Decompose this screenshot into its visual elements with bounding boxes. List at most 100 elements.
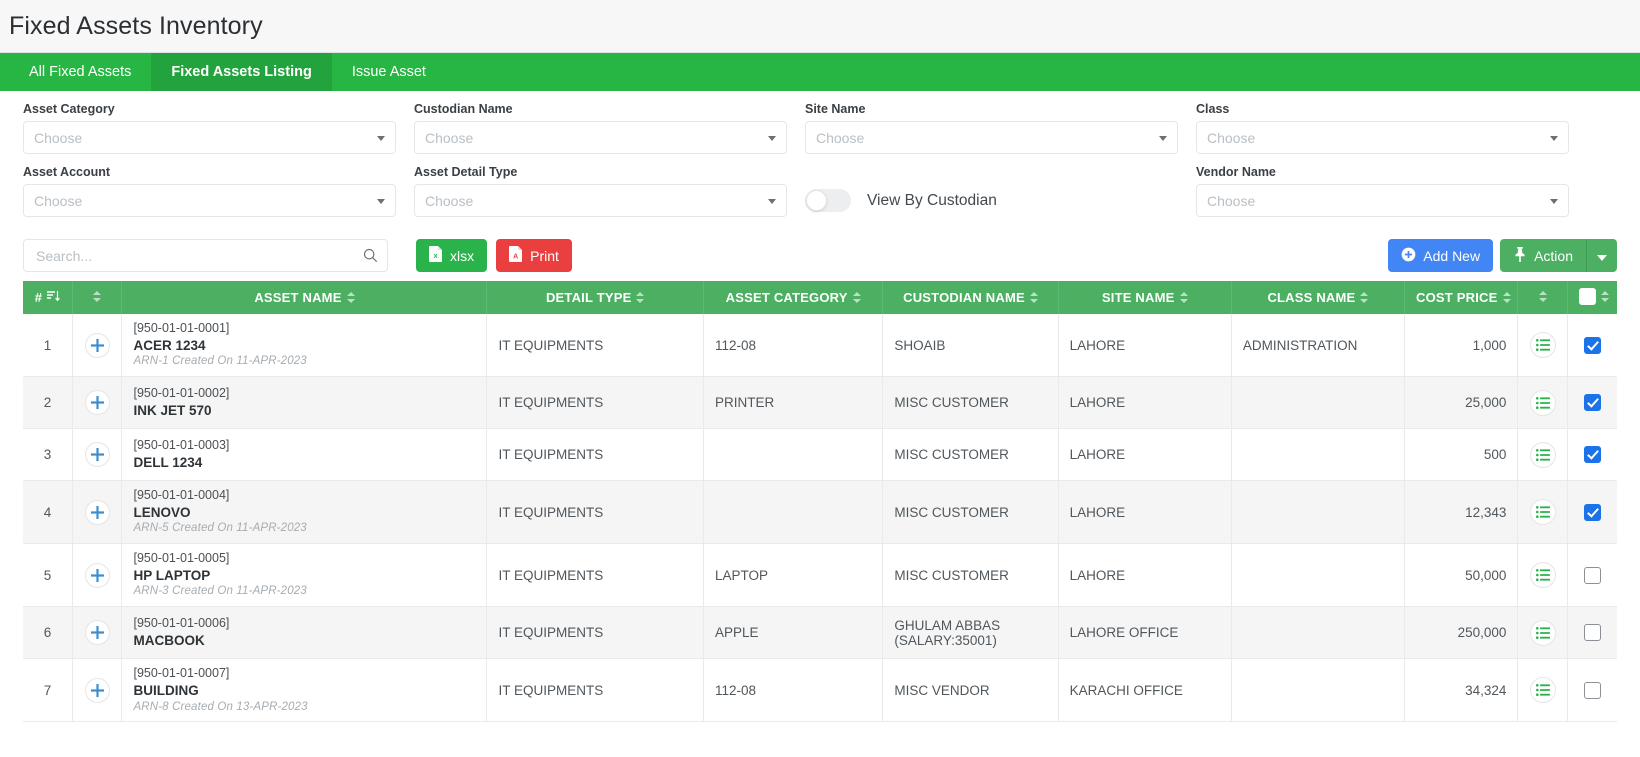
cell-select (1567, 606, 1617, 660)
row-details-button[interactable] (1529, 499, 1556, 526)
asset-category-select[interactable]: Choose (23, 121, 396, 154)
row-select-checkbox[interactable] (1583, 681, 1601, 699)
site-name-value: Choose (816, 129, 865, 146)
page-title: Fixed Assets Inventory (9, 11, 263, 40)
cell-site-name: LAHORE (1058, 543, 1232, 608)
cell-class-name (1231, 606, 1406, 660)
assets-table-body: 1 [950-01-01-0001] ACER 1234 ARN-1 Created … (23, 314, 1617, 723)
expand-row-button[interactable] (84, 562, 110, 588)
custodian-name-value: Choose (425, 129, 474, 146)
chevron-down-icon (377, 135, 385, 141)
expand-row-button[interactable] (84, 499, 110, 525)
action-button[interactable]: Action (1500, 239, 1586, 272)
expand-row-button[interactable] (84, 442, 110, 468)
cell-class-name (1231, 428, 1406, 482)
print-button[interactable]: A Print (496, 239, 572, 272)
cell-cost-price: 50,000 (1404, 543, 1519, 608)
column-label-asset-category: ASSET CATEGORY (725, 290, 848, 305)
row-select-checkbox[interactable] (1583, 624, 1601, 642)
row-details-button[interactable] (1529, 677, 1556, 704)
table-row[interactable]: 7 [950-01-01-0007] BUILDING ARN-8 Created O… (23, 658, 1617, 723)
expand-row-button[interactable] (84, 677, 110, 703)
column-header-asset-name[interactable]: ASSET NAME (121, 281, 488, 314)
column-header-details[interactable] (1517, 281, 1568, 314)
row-details-button[interactable] (1529, 562, 1556, 589)
table-row[interactable]: 3 [950-01-01-0003] DELL 1234 IT EQUIPMENTS M… (23, 428, 1617, 482)
table-row[interactable]: 2 [950-01-01-0002] INK JET 570 IT EQUIPMENT… (23, 376, 1617, 430)
cell-expand (72, 480, 123, 545)
column-header-expand[interactable] (72, 281, 123, 314)
table-row[interactable]: 1 [950-01-01-0001] ACER 1234 ARN-1 Created … (23, 314, 1617, 378)
cell-custodian-name: MISC CUSTOMER (882, 543, 1059, 608)
vendor-name-select[interactable]: Choose (1196, 184, 1569, 217)
row-details-button[interactable] (1529, 332, 1556, 359)
export-xlsx-button[interactable]: x xlsx (416, 239, 488, 272)
cell-cost-price: 12,343 (1404, 480, 1519, 545)
cell-class-name (1231, 543, 1406, 608)
asset-account-select[interactable]: Choose (23, 184, 396, 217)
row-details-button[interactable] (1529, 619, 1556, 646)
cell-expand (72, 376, 123, 430)
row-details-button[interactable] (1529, 389, 1556, 416)
cell-detail-type: IT EQUIPMENTS (486, 543, 704, 608)
asset-name: MACBOOK (133, 632, 205, 648)
column-header-select-all[interactable] (1567, 281, 1617, 314)
asset-name: ACER 1234 (133, 337, 206, 353)
assets-table-header-row: # ASSET NAME DETAIL TYPE ASSET CATEGORY … (23, 281, 1617, 314)
add-new-label: Add New (1423, 247, 1481, 264)
column-header-asset-category[interactable]: ASSET CATEGORY (703, 281, 884, 314)
site-name-select[interactable]: Choose (805, 121, 1178, 154)
select-all-checkbox[interactable] (1578, 287, 1596, 305)
column-header-index[interactable]: # (23, 281, 73, 314)
filter-view-by-custodian: View By Custodian (796, 165, 1187, 217)
row-select-checkbox[interactable] (1583, 394, 1601, 412)
cell-expand (72, 658, 123, 723)
add-new-button[interactable]: Add New (1388, 239, 1494, 272)
cell-site-name: KARACHI OFFICE (1058, 658, 1232, 723)
column-header-custodian-name[interactable]: CUSTODIAN NAME (882, 281, 1059, 314)
tab-issue-asset[interactable]: Issue Asset (332, 53, 446, 91)
column-header-cost-price[interactable]: COST PRICE (1404, 281, 1519, 314)
cell-cost-price: 500 (1404, 428, 1519, 482)
cell-class-name: ADMINISTRATION (1231, 314, 1406, 378)
expand-row-button[interactable] (84, 620, 110, 646)
cell-expand (72, 428, 123, 482)
row-details-button[interactable] (1529, 441, 1556, 468)
column-header-site-name[interactable]: SITE NAME (1058, 281, 1232, 314)
cell-detail-type: IT EQUIPMENTS (486, 314, 704, 378)
search-box[interactable] (23, 239, 388, 272)
file-excel-icon: x (429, 246, 443, 265)
custodian-name-select[interactable]: Choose (414, 121, 787, 154)
asset-name: HP LAPTOP (133, 567, 211, 583)
asset-arn: ARN-5 Created On 11-APR-2023 (133, 522, 307, 535)
row-select-checkbox[interactable] (1583, 336, 1601, 354)
cell-cost-price: 1,000 (1404, 314, 1519, 378)
tab-all-fixed-assets[interactable]: All Fixed Assets (9, 53, 151, 91)
cell-asset-name: [950-01-01-0005] HP LAPTOP ARN-3 Created O… (121, 543, 488, 608)
search-input[interactable] (34, 246, 377, 265)
cell-asset-name: [950-01-01-0006] MACBOOK (121, 606, 488, 660)
table-row[interactable]: 4 [950-01-01-0004] LENOVO ARN-5 Created On … (23, 480, 1617, 545)
expand-row-button[interactable] (84, 390, 110, 416)
assets-table-head: # ASSET NAME DETAIL TYPE ASSET CATEGORY … (23, 281, 1617, 314)
expand-row-button[interactable] (84, 332, 110, 358)
row-select-checkbox[interactable] (1583, 566, 1601, 584)
cell-details (1517, 606, 1568, 660)
filter-label-custodian-name: Custodian Name (414, 102, 513, 116)
cell-custodian-name: MISC CUSTOMER (882, 376, 1059, 430)
cell-cost-price: 250,000 (1404, 606, 1519, 660)
class-select[interactable]: Choose (1196, 121, 1569, 154)
row-select-checkbox[interactable] (1583, 446, 1601, 464)
cell-index: 3 (23, 428, 73, 482)
column-header-detail-type[interactable]: DETAIL TYPE (486, 281, 704, 314)
action-dropdown-toggle[interactable] (1586, 239, 1617, 272)
tab-fixed-assets-listing[interactable]: Fixed Assets Listing (151, 53, 332, 91)
row-select-checkbox[interactable] (1583, 503, 1601, 521)
cell-custodian-name: MISC VENDOR (882, 658, 1059, 723)
view-by-custodian-toggle[interactable] (805, 189, 851, 212)
asset-detail-type-select[interactable]: Choose (414, 184, 787, 217)
table-row[interactable]: 6 [950-01-01-0006] MACBOOK IT EQUIPMENTS APP… (23, 606, 1617, 660)
sort-icon (1179, 291, 1188, 304)
table-row[interactable]: 5 [950-01-01-0005] HP LAPTOP ARN-3 Created … (23, 543, 1617, 608)
column-header-class-name[interactable]: CLASS NAME (1231, 281, 1406, 314)
